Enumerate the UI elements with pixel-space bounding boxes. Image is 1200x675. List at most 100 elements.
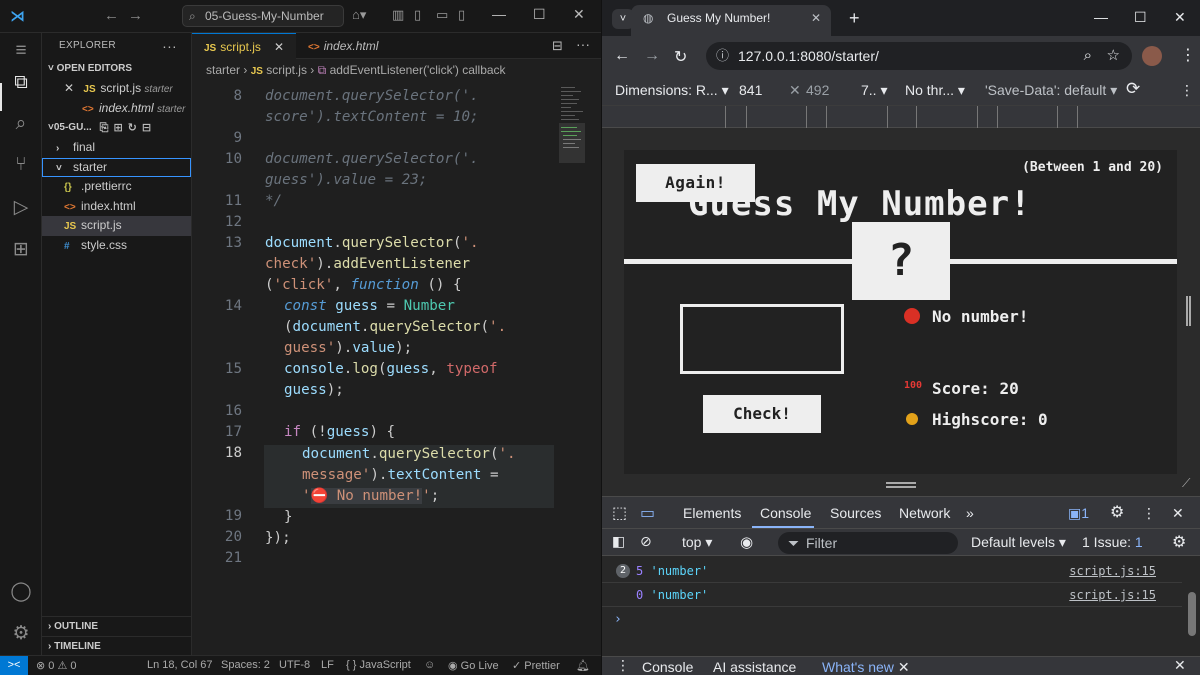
indentation-status[interactable]: Spaces: 2 xyxy=(221,659,270,671)
new-tab-icon[interactable]: + xyxy=(849,8,860,29)
save-data-select[interactable]: 'Save-Data': default ▾ xyxy=(985,82,1117,99)
breadcrumb-file[interactable]: script.js xyxy=(266,63,307,77)
menu-icon[interactable]: ≡ xyxy=(8,38,34,64)
console-prompt-icon[interactable]: › xyxy=(614,612,622,627)
viewport-corner-resize-icon[interactable]: ⟋ xyxy=(1182,476,1190,491)
address-bar[interactable]: ⓘ 127.0.0.1:8080/starter/ ⌕ ☆ xyxy=(706,42,1132,70)
profile-avatar[interactable] xyxy=(1142,46,1162,66)
maximize-icon[interactable]: ☐ xyxy=(533,6,546,23)
drawer-menu-icon[interactable]: ⋮ xyxy=(616,657,630,674)
extensions-icon[interactable]: ⊞ xyxy=(8,237,34,263)
issues-badge[interactable]: ▣1 xyxy=(1068,505,1089,522)
sidebar-toggle-icon[interactable]: ◧ xyxy=(612,533,625,550)
tab-elements[interactable]: Elements xyxy=(683,505,741,521)
live-expression-eye-icon[interactable]: ◉ xyxy=(740,533,753,551)
open-editors-section[interactable]: ˅ OPEN EDITORS xyxy=(42,59,191,79)
go-live-button[interactable]: ◉ Go Live xyxy=(448,659,499,672)
open-editor-item[interactable]: <> index.html starter xyxy=(42,99,191,119)
device-toggle-icon[interactable]: ▭ xyxy=(640,503,655,523)
close-window-icon[interactable]: ✕ xyxy=(573,6,585,23)
source-control-icon[interactable]: ⑂ xyxy=(8,152,34,178)
tree-item-script-js[interactable]: JS script.js xyxy=(42,216,191,236)
close-devtools-icon[interactable]: ✕ xyxy=(1172,505,1184,522)
console-settings-icon[interactable]: ⚙ xyxy=(1172,532,1186,552)
viewport-resize-handle-right[interactable] xyxy=(1186,296,1191,326)
breadcrumb-symbol[interactable]: addEventListener('click') callback xyxy=(330,63,506,77)
log-source-link[interactable]: script.js:15 xyxy=(1069,564,1156,578)
notifications-bell-icon[interactable]: 🔔︎ xyxy=(576,659,590,672)
rotate-icon[interactable]: ⟳ xyxy=(1126,79,1140,99)
outline-section[interactable]: › OUTLINE xyxy=(42,616,191,636)
devtools-more-icon[interactable]: ⋮ xyxy=(1142,505,1156,522)
close-tab-icon[interactable]: ✕ xyxy=(811,5,821,32)
swap-dimensions-icon[interactable]: ✕ xyxy=(789,82,801,99)
forward-icon[interactable]: → xyxy=(128,7,143,24)
device-toolbar-more-icon[interactable]: ⋮ xyxy=(1180,82,1194,99)
viewport-height-input[interactable]: 492 xyxy=(806,82,829,98)
search-view-icon[interactable]: ⌕ xyxy=(8,111,34,137)
account-icon[interactable]: ◯ xyxy=(8,579,34,605)
tab-script-js[interactable]: JS script.js ✕ xyxy=(192,33,296,59)
minimize-icon[interactable]: — xyxy=(1094,9,1108,25)
toggle-sidebar-icon[interactable]: ▯ xyxy=(414,7,421,23)
settings-gear-icon[interactable]: ⚙ xyxy=(8,621,34,647)
viewport-width-input[interactable]: 841 xyxy=(739,82,762,98)
console-filter-input[interactable]: ⏷ Filter xyxy=(778,532,958,554)
browser-tab[interactable]: ◍ Guess My Number! ✕ xyxy=(631,5,831,36)
devtools-settings-icon[interactable]: ⚙ xyxy=(1110,502,1124,522)
log-levels-select[interactable]: Default levels ▾ xyxy=(971,534,1066,551)
encoding-status[interactable]: UTF-8 xyxy=(279,659,310,671)
open-editor-item[interactable]: ✕ JS script.js starter xyxy=(42,79,191,99)
prettier-status[interactable]: ✓ Prettier xyxy=(512,659,560,672)
throttling-select[interactable]: No thr... ▾ xyxy=(905,82,965,99)
tab-network[interactable]: Network xyxy=(899,505,950,521)
split-editor-icon[interactable]: ⊟ xyxy=(552,38,563,54)
drawer-tab-whats-new[interactable]: What's new ✕ xyxy=(822,659,910,675)
more-tabs-icon[interactable]: » xyxy=(966,505,974,521)
minimize-icon[interactable]: — xyxy=(492,6,506,22)
context-select[interactable]: top ▾ xyxy=(682,534,712,551)
again-button[interactable]: Again! xyxy=(636,164,755,202)
minimap[interactable] xyxy=(559,83,593,173)
copilot-icon[interactable]: ⌂▾ xyxy=(352,7,366,23)
workspace-folder-section[interactable]: ˅ 05-GU... ⎘⊞↻⊟ xyxy=(42,118,191,138)
site-info-icon[interactable]: ⓘ xyxy=(716,42,729,70)
close-drawer-icon[interactable]: ✕ xyxy=(1174,657,1186,674)
tree-item-index-html[interactable]: <> index.html xyxy=(42,197,191,217)
drawer-tab-ai-assistance[interactable]: AI assistance xyxy=(713,659,796,675)
close-tab-icon[interactable]: ✕ xyxy=(274,34,284,60)
log-source-link[interactable]: script.js:15 xyxy=(1069,588,1156,602)
more-actions-icon[interactable]: ··· xyxy=(576,36,590,52)
remote-indicator[interactable]: >< xyxy=(0,656,28,675)
drawer-tab-console[interactable]: Console xyxy=(642,659,693,675)
tree-item-starter[interactable]: ˅ starter xyxy=(42,157,191,177)
reload-icon[interactable]: ↻ xyxy=(674,47,687,67)
check-button[interactable]: Check! xyxy=(703,395,821,433)
more-actions-icon[interactable]: ··· xyxy=(162,33,177,59)
issues-button[interactable]: 1 Issue: 1 xyxy=(1082,534,1143,550)
tree-item-final[interactable]: › final xyxy=(42,138,191,158)
guess-input[interactable] xyxy=(680,304,844,374)
tree-item-prettierrc[interactable]: {} .prettierrc xyxy=(42,177,191,197)
toggle-secondary-sidebar-icon[interactable]: ▯ xyxy=(458,7,465,23)
toggle-panel-icon[interactable]: ▭ xyxy=(436,7,448,23)
problems-status[interactable]: ⊗ 0 ⚠ 0 xyxy=(36,659,76,672)
tab-sources[interactable]: Sources xyxy=(830,505,881,521)
maximize-icon[interactable]: ☐ xyxy=(1134,9,1147,26)
folder-actions-icons[interactable]: ⎘⊞↻⊟ xyxy=(100,118,156,138)
tab-index-html[interactable]: <> index.html xyxy=(296,33,396,59)
copilot-status-icon[interactable]: ☺ xyxy=(424,659,435,671)
close-window-icon[interactable]: ✕ xyxy=(1174,9,1186,26)
back-icon[interactable]: ← xyxy=(614,47,630,65)
console-scrollbar[interactable] xyxy=(1188,592,1196,636)
cursor-position[interactable]: Ln 18, Col 67 xyxy=(147,659,212,671)
chrome-menu-icon[interactable]: ⋮ xyxy=(1180,45,1196,65)
tree-item-style-css[interactable]: # style.css xyxy=(42,236,191,256)
forward-icon[interactable]: → xyxy=(644,47,660,65)
zoom-select[interactable]: 7.. ▾ xyxy=(861,82,888,99)
clear-console-icon[interactable]: ⊘ xyxy=(640,533,652,550)
eol-status[interactable]: LF xyxy=(321,659,334,671)
timeline-section[interactable]: › TIMELINE xyxy=(42,636,191,656)
dimensions-select[interactable]: Dimensions: R... ▾ xyxy=(615,82,729,99)
breadcrumb-folder[interactable]: starter xyxy=(206,63,240,77)
